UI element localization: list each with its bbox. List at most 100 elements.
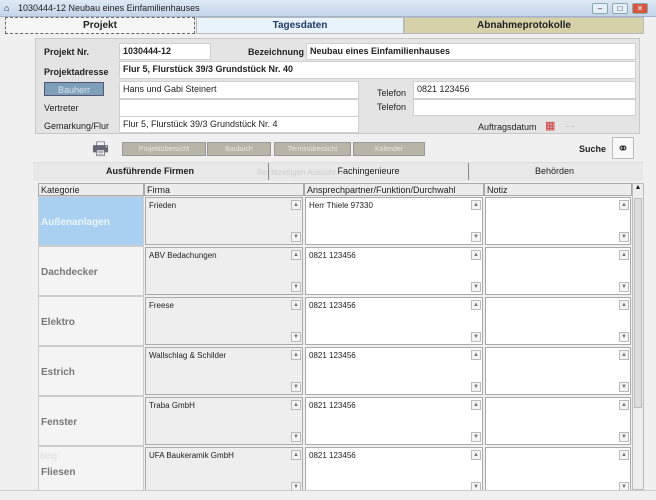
row-kontakt-cell[interactable]: 0821 123456 ▲ ▼	[305, 347, 483, 395]
cell-scroll-down-icon[interactable]: ▼	[471, 432, 481, 442]
maximize-button[interactable]: □	[612, 3, 628, 14]
row-firma-cell[interactable]: Freese ▲ ▼	[145, 297, 303, 345]
terminuebersicht-button[interactable]: Terminübersicht	[274, 142, 351, 156]
cell-scroll-up-icon[interactable]: ▲	[291, 350, 301, 360]
row-firma: Wallschlag & Schilder	[149, 351, 227, 360]
row-kategorie[interactable]: Elektro	[38, 296, 144, 346]
column-header-ansprechpartner[interactable]: Ansprechpartner/Funktion/Durchwahl	[304, 183, 484, 196]
column-header-notiz[interactable]: Notiz	[484, 183, 632, 196]
row-firma-cell[interactable]: Traba GmbH ▲ ▼	[145, 397, 303, 445]
cell-scroll-down-icon[interactable]: ▼	[291, 282, 301, 292]
cell-scroll-down-icon[interactable]: ▼	[619, 382, 629, 392]
tab-ausfuehrende-firmen[interactable]: Ausführende Firmen	[40, 163, 260, 180]
cell-scroll-up-icon[interactable]: ▲	[619, 350, 629, 360]
row-kontakt-cell[interactable]: 0821 123456 ▲ ▼	[305, 397, 483, 445]
row-notiz-cell[interactable]: ▲ ▼	[485, 347, 631, 395]
cell-scroll-up-icon[interactable]: ▲	[291, 200, 301, 210]
cell-scroll-up-icon[interactable]: ▲	[619, 400, 629, 410]
cell-scroll-up-icon[interactable]: ▲	[291, 400, 301, 410]
row-firma-cell[interactable]: ABV Bedachungen ▲ ▼	[145, 247, 303, 295]
row-notiz-cell[interactable]: ▲ ▼	[485, 447, 631, 495]
cell-scroll-up-icon[interactable]: ▲	[471, 350, 481, 360]
cell-scroll-down-icon[interactable]: ▼	[619, 232, 629, 242]
tab-behoerden[interactable]: Behörden	[468, 163, 640, 180]
cell-scroll-down-icon[interactable]: ▼	[291, 382, 301, 392]
minimize-button[interactable]: –	[592, 3, 608, 14]
row-kontakt-cell[interactable]: 0821 123456 ▲ ▼	[305, 247, 483, 295]
row-kategorie[interactable]: Dachdecker	[38, 246, 144, 296]
row-kontakt: 0821 123456	[309, 301, 356, 310]
kalender-button[interactable]: Kalender	[353, 142, 425, 156]
binoculars-icon[interactable]: ⚭	[612, 137, 634, 159]
row-notiz-cell[interactable]: ▲ ▼	[485, 247, 631, 295]
column-header-kategorie[interactable]: Kategorie	[38, 183, 144, 196]
cell-scroll-up-icon[interactable]: ▲	[619, 250, 629, 260]
cell-scroll-up-icon[interactable]: ▲	[471, 200, 481, 210]
baubuch-button[interactable]: Baubuch	[207, 142, 271, 156]
scroll-up-icon[interactable]: ▲	[633, 184, 643, 191]
cell-scroll-down-icon[interactable]: ▼	[619, 432, 629, 442]
status-bar	[0, 490, 656, 500]
bauherr-field[interactable]: Hans und Gabi Steinert	[119, 81, 359, 99]
table-scrollbar[interactable]: ▲	[632, 183, 644, 490]
tab-abnahmeprotokolle[interactable]: Abnahmeprotokolle	[404, 17, 644, 34]
cell-scroll-down-icon[interactable]: ▼	[471, 382, 481, 392]
cell-scroll-up-icon[interactable]: ▲	[291, 450, 301, 460]
calendar-icon[interactable]: ▦	[545, 119, 555, 132]
cell-scroll-up-icon[interactable]: ▲	[619, 450, 629, 460]
app-icon: ⌂	[4, 3, 10, 13]
row-firma-cell[interactable]: Wallschlag & Schilder ▲ ▼	[145, 347, 303, 395]
row-kontakt-cell[interactable]: Herr Thiele 97330 ▲ ▼	[305, 197, 483, 245]
cell-scroll-down-icon[interactable]: ▼	[619, 282, 629, 292]
title-bar: ⌂ 1030444-12 Neubau eines Einfamilienhau…	[0, 0, 656, 17]
row-kategorie[interactable]: Estrich	[38, 346, 144, 396]
gemarkung-field[interactable]: Flur 5, Flurstück 39/3 Grundstück Nr. 4	[119, 116, 359, 133]
cell-scroll-down-icon[interactable]: ▼	[471, 332, 481, 342]
row-kontakt-cell[interactable]: 0821 123456 ▲ ▼	[305, 447, 483, 495]
cell-scroll-up-icon[interactable]: ▲	[471, 300, 481, 310]
cell-scroll-down-icon[interactable]: ▼	[471, 282, 481, 292]
projektadresse-label: Projektadresse	[44, 67, 109, 77]
auftragsdatum-value[interactable]: - -	[566, 121, 575, 131]
column-header-firma[interactable]: Firma	[144, 183, 304, 196]
scrollbar-thumb[interactable]	[634, 198, 642, 408]
row-notiz-cell[interactable]: ▲ ▼	[485, 297, 631, 345]
row-firma-cell[interactable]: Frieden ▲ ▼	[145, 197, 303, 245]
vertreter-field[interactable]	[119, 99, 359, 117]
cell-scroll-down-icon[interactable]: ▼	[471, 232, 481, 242]
cell-scroll-up-icon[interactable]: ▲	[471, 250, 481, 260]
telefon-field-1[interactable]: 0821 123456	[413, 81, 636, 99]
window-title: 1030444-12 Neubau eines Einfamilienhause…	[18, 3, 200, 13]
projekt-nr-field[interactable]: 1030444-12	[119, 43, 211, 60]
projektuebersicht-button[interactable]: Projektübersicht	[122, 142, 206, 156]
vertreter-label: Vertreter	[44, 103, 79, 113]
row-kategorie[interactable]: Außenanlagen	[38, 196, 144, 246]
bauherr-button[interactable]: Bauherr	[44, 82, 104, 96]
telefon-field-2[interactable]	[413, 99, 636, 116]
cell-scroll-down-icon[interactable]: ▼	[291, 432, 301, 442]
row-kategorie[interactable]: Fenster	[38, 396, 144, 446]
cell-scroll-up-icon[interactable]: ▲	[291, 300, 301, 310]
cell-scroll-down-icon[interactable]: ▼	[291, 332, 301, 342]
row-firma-cell[interactable]: UFA Baukeramik GmbH ▲ ▼	[145, 447, 303, 495]
row-firma: Freese	[149, 301, 174, 310]
tab-tagesdaten[interactable]: Tagesdaten	[196, 17, 404, 34]
row-notiz-cell[interactable]: ▲ ▼	[485, 197, 631, 245]
cell-scroll-down-icon[interactable]: ▼	[291, 232, 301, 242]
projektadresse-field[interactable]: Flur 5, Flurstück 39/3 Grundstück Nr. 40	[119, 61, 636, 79]
cell-scroll-down-icon[interactable]: ▼	[619, 332, 629, 342]
cell-scroll-up-icon[interactable]: ▲	[619, 300, 629, 310]
cell-scroll-up-icon[interactable]: ▲	[291, 250, 301, 260]
cell-scroll-up-icon[interactable]: ▲	[619, 200, 629, 210]
suche-label: Suche	[579, 144, 607, 154]
tab-projekt[interactable]: Projekt	[5, 17, 195, 34]
tab-fachingenieure[interactable]: Fachingenieure	[268, 163, 468, 180]
cell-scroll-up-icon[interactable]: ▲	[471, 400, 481, 410]
close-button[interactable]: ✕	[632, 3, 648, 14]
row-kontakt: 0821 123456	[309, 451, 356, 460]
row-notiz-cell[interactable]: ▲ ▼	[485, 397, 631, 445]
row-kontakt-cell[interactable]: 0821 123456 ▲ ▼	[305, 297, 483, 345]
bezeichnung-label: Bezeichnung	[248, 47, 305, 57]
cell-scroll-up-icon[interactable]: ▲	[471, 450, 481, 460]
bezeichnung-field[interactable]: Neubau eines Einfamilienhauses	[306, 43, 636, 60]
